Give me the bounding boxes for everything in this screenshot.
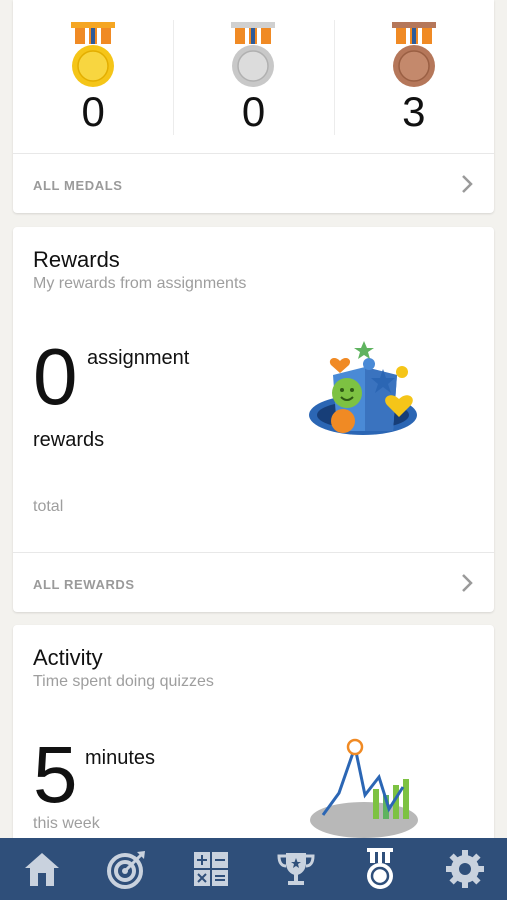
- activity-unit: minutes: [85, 747, 156, 769]
- rewards-unit-bottom: rewards: [33, 429, 105, 451]
- activity-subtitle: Time spent doing quizzes: [33, 673, 214, 690]
- tab-home[interactable]: [12, 838, 72, 900]
- tab-target[interactable]: [97, 838, 157, 900]
- rewards-card: Rewards My rewards from assignments 0 as…: [13, 227, 494, 612]
- target-icon: [106, 851, 145, 889]
- activity-period: this week: [33, 815, 100, 832]
- all-medals-label: ALL MEDALS: [33, 178, 123, 193]
- rewards-unit-top: assignment: [87, 347, 190, 369]
- calculator-icon: [194, 852, 229, 886]
- gold-medal-count: 0: [81, 88, 105, 135]
- rewards-subtitle: My rewards from assignments: [33, 275, 247, 292]
- bronze-medal-icon: [391, 22, 436, 87]
- gear-icon: [445, 850, 484, 888]
- tab-calculator[interactable]: [181, 838, 241, 900]
- activity-count: 5: [33, 730, 78, 819]
- rewards-count: 0: [33, 332, 78, 421]
- medals-card: 0 0 3 ALL MEDALS: [13, 0, 494, 213]
- rewards-period: total: [33, 498, 64, 515]
- rewards-title: Rewards: [33, 247, 120, 272]
- home-icon: [25, 853, 60, 886]
- activity-title: Activity: [33, 645, 103, 670]
- chevron-right-icon: [462, 574, 473, 592]
- bottom-tab-bar: [0, 838, 507, 900]
- silver-medal-count: 0: [241, 88, 266, 135]
- trophy-icon: [277, 853, 315, 885]
- bronze-medal-item[interactable]: 3: [333, 0, 494, 153]
- silver-medal-icon: [231, 22, 276, 87]
- bronze-medal-count: 3: [402, 88, 426, 135]
- chevron-right-icon: [462, 175, 473, 193]
- activity-illustration: [310, 738, 418, 838]
- rewards-illustration: [309, 341, 417, 435]
- tab-settings[interactable]: [435, 838, 495, 900]
- silver-medal-item[interactable]: 0: [173, 0, 333, 153]
- tab-medals[interactable]: [350, 838, 410, 900]
- gold-medal-icon: [71, 22, 116, 87]
- all-rewards-link[interactable]: ALL REWARDS: [13, 552, 494, 612]
- medal-icon: [367, 848, 394, 889]
- tab-trophy[interactable]: [266, 838, 326, 900]
- gold-medal-item[interactable]: 0: [13, 0, 173, 153]
- all-rewards-label: ALL REWARDS: [33, 577, 135, 592]
- all-medals-link[interactable]: ALL MEDALS: [13, 153, 494, 213]
- activity-card: Activity Time spent doing quizzes 5 minu…: [13, 625, 494, 855]
- medal-row: 0 0 3: [13, 0, 494, 153]
